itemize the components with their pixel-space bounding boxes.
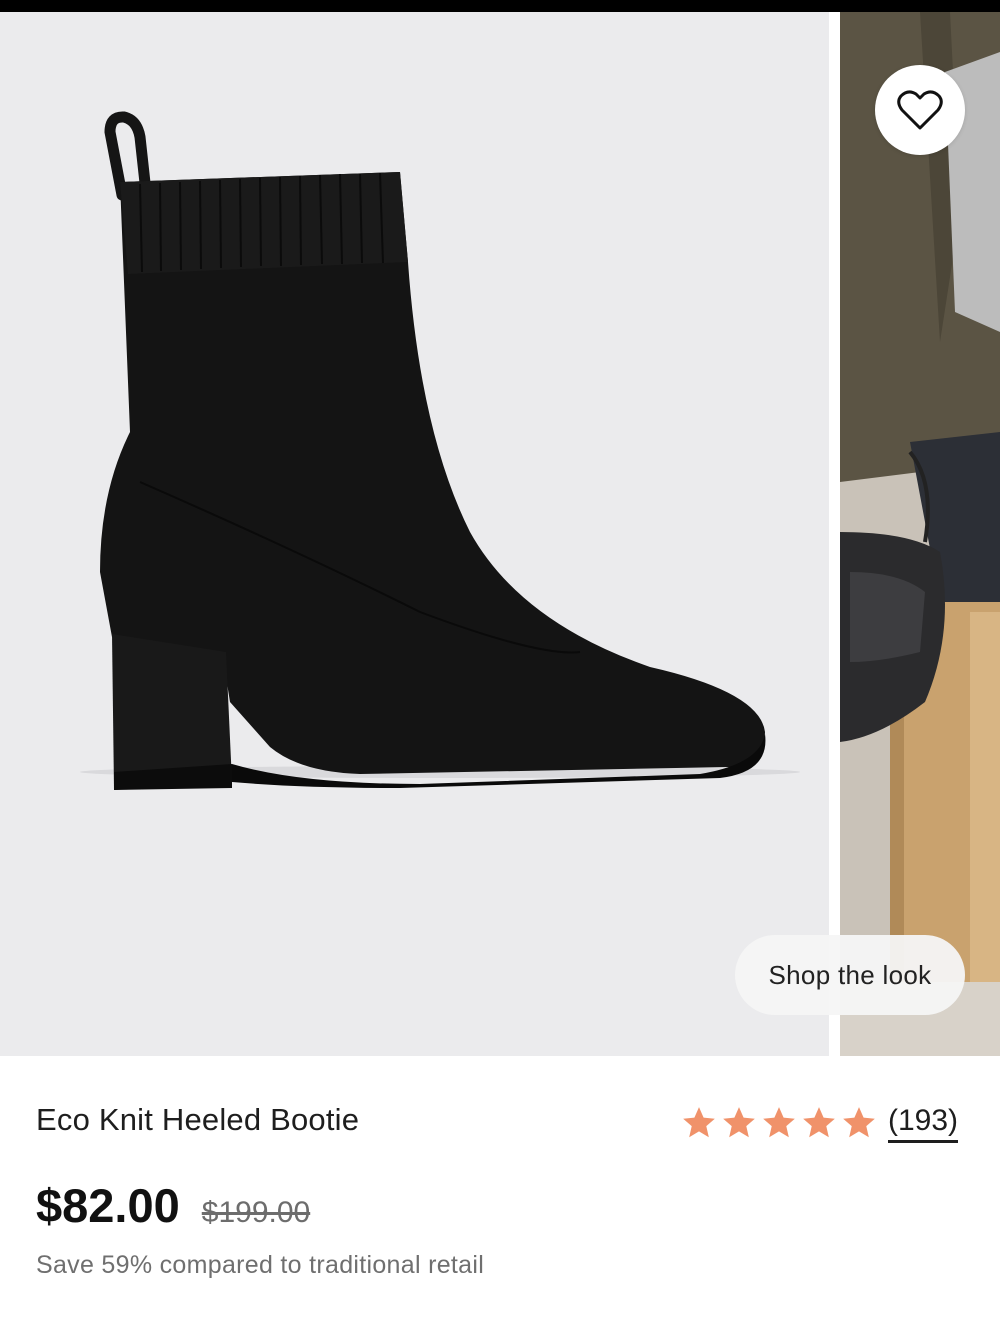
review-count-link[interactable]: (193) (888, 1104, 959, 1143)
favorite-button[interactable] (875, 65, 965, 155)
star-icon (723, 1107, 755, 1138)
heart-outline-icon (897, 90, 943, 130)
boot-illustration (80, 111, 800, 790)
product-rating[interactable]: (193) (680, 1100, 959, 1146)
star-rating (680, 1104, 878, 1142)
star-icon (843, 1107, 875, 1138)
savings-text: Save 59% compared to traditional retail (36, 1251, 485, 1279)
product-image-boot[interactable] (0, 12, 829, 1056)
price-row: $82.00 $199.00 (36, 1178, 310, 1233)
shop-the-look-button[interactable]: Shop the look (735, 935, 965, 1015)
original-price: $199.00 (201, 1196, 311, 1229)
product-image-lifestyle[interactable] (840, 12, 1000, 1056)
star-icon (763, 1107, 795, 1138)
star-icon (803, 1107, 835, 1138)
star-icon (683, 1107, 715, 1138)
current-price: $82.00 (36, 1179, 180, 1232)
product-title: Eco Knit Heeled Bootie (36, 1102, 360, 1137)
top-status-bar (0, 0, 1000, 12)
lifestyle-illustration (840, 12, 1000, 1056)
product-image-gallery[interactable]: Shop the look (0, 12, 1000, 1056)
